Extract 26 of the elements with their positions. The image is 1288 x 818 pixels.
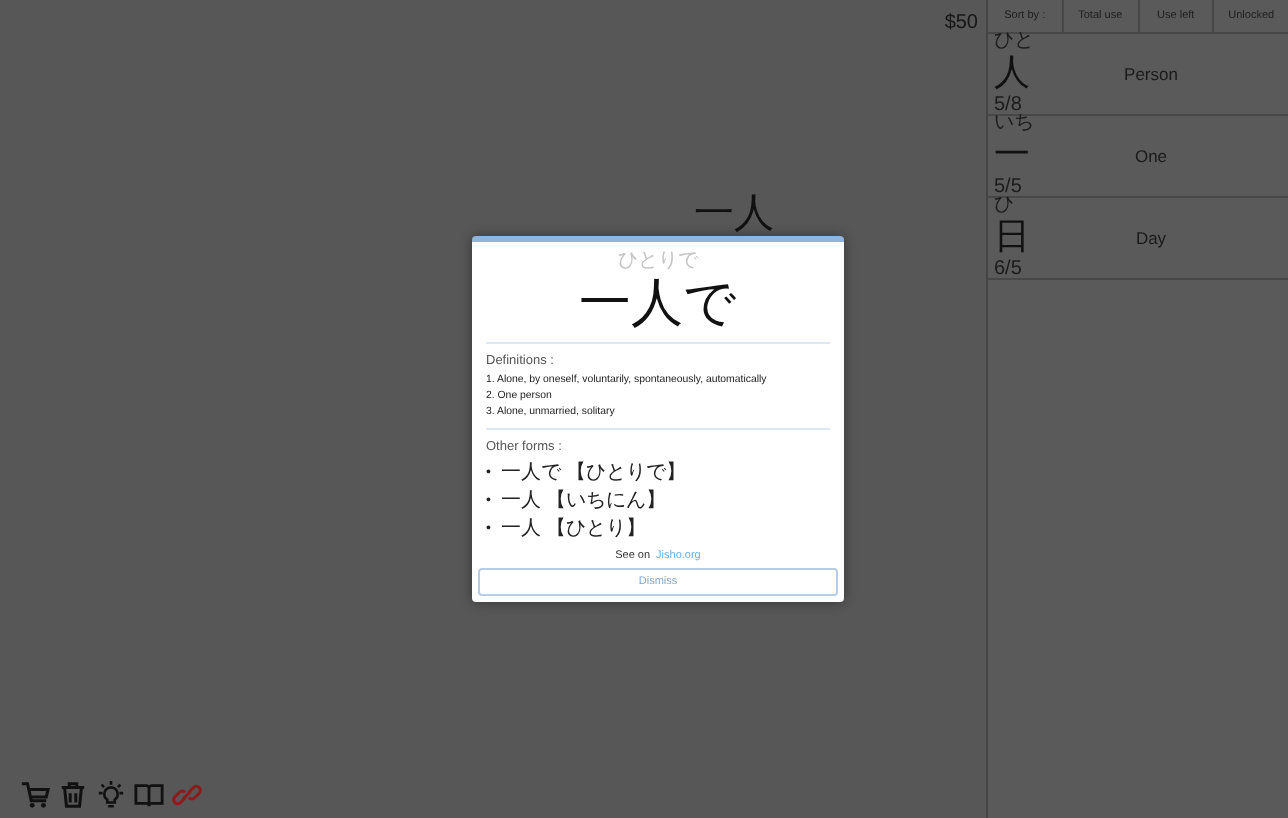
money-amount: $50 (944, 12, 978, 34)
current-word: 一人 (694, 190, 776, 240)
kanji-row[interactable]: いち 一 5/5 One (988, 116, 1288, 198)
dialog-word: 一人で (577, 274, 739, 332)
book-icon[interactable] (134, 780, 164, 810)
lightbulb-icon[interactable] (96, 780, 126, 810)
usage-count: 6/5 (994, 257, 1022, 282)
kanji-reading: いち (994, 112, 1034, 137)
other-form-item: 一人 【いちにん】 (500, 487, 667, 516)
kanji-character: 人 (994, 54, 1030, 94)
kanji-character: 一 (994, 136, 1030, 176)
kanji-meaning: Day (1133, 228, 1169, 248)
cart-icon[interactable] (20, 780, 50, 810)
kanji-meaning: Person (1122, 64, 1180, 84)
kanji-character: 日 (994, 218, 1030, 258)
usage-count: 5/8 (994, 93, 1022, 116)
word-reading: ひとりで (616, 248, 700, 274)
kanji-reading: ひと (994, 30, 1034, 55)
kanji-reading: ひ (994, 194, 1014, 219)
other-form-item: 一人 【ひとり】 (500, 515, 647, 544)
kanji-row[interactable]: ひ 日 6/5 Day (988, 198, 1288, 280)
usage-count: 5/5 (994, 175, 1022, 198)
other-form-item: 一人で 【ひとりで】 (500, 459, 687, 488)
kanji-row[interactable]: ひと 人 5/8 Person (988, 34, 1288, 116)
kanji-meaning: One (1132, 146, 1170, 166)
trash-icon[interactable] (58, 780, 88, 810)
